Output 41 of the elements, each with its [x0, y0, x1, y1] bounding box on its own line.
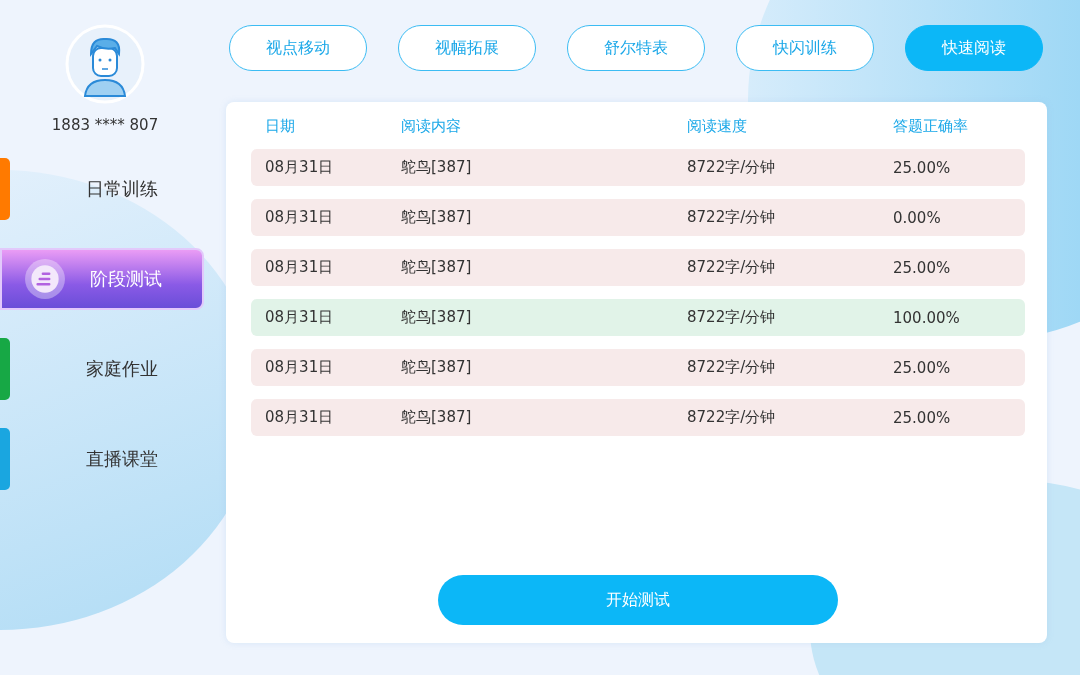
tab[interactable]: 舒尔特表	[567, 25, 705, 71]
table-cell-text: 8722字/分钟	[687, 408, 777, 427]
table-cell-text: 鸵鸟[387]	[401, 408, 473, 427]
table-cell-text: 100.00%	[893, 308, 961, 327]
table-cell-text: 25.00%	[893, 358, 952, 377]
column-header: 阅读速度	[687, 116, 748, 136]
table-cell-text: 8722字/分钟	[687, 158, 777, 177]
table-cell-text: 08月31日	[264, 158, 335, 177]
table-cell-text: 08月31日	[264, 408, 335, 427]
table-cell-text: 08月31日	[264, 258, 335, 277]
sidebar-item[interactable]: 阶段测试	[0, 248, 204, 310]
list-icon	[24, 258, 66, 300]
table-cell-text: 鸵鸟[387]	[401, 358, 473, 377]
column-header: 答题正确率	[893, 116, 969, 136]
table-cell-text: 0.00%	[893, 208, 942, 227]
table-cell-text: 25.00%	[893, 158, 952, 177]
table-cell-text: 08月31日	[264, 358, 335, 377]
tab[interactable]: 视幅拓展	[398, 25, 536, 71]
table-cell-text: 8722字/分钟	[687, 358, 777, 377]
sidebar-item[interactable]: 家庭作业	[10, 338, 204, 400]
column-header: 日期	[264, 116, 296, 136]
table-cell-text: 25.00%	[893, 258, 952, 277]
table-cell-text: 8722字/分钟	[687, 308, 777, 327]
sidebar-item[interactable]: 日常训练	[10, 158, 204, 220]
table-cell-text: 08月31日	[264, 308, 335, 327]
tab[interactable]: 视点移动	[229, 25, 367, 71]
phone-number: 1883 **** 807	[51, 116, 159, 134]
table-cell-text: 鸵鸟[387]	[401, 158, 473, 177]
tab[interactable]: 快速阅读	[905, 25, 1043, 71]
table-cell-text: 鸵鸟[387]	[401, 208, 473, 227]
tab[interactable]: 快闪训练	[736, 25, 874, 71]
table-cell-text: 鸵鸟[387]	[401, 308, 473, 327]
table-cell-text: 鸵鸟[387]	[401, 258, 473, 277]
table-cell-text: 08月31日	[264, 208, 335, 227]
sidebar-item[interactable]: 直播课堂	[10, 428, 204, 490]
table-cell-text: 8722字/分钟	[687, 258, 777, 277]
column-header: 阅读内容	[401, 116, 462, 136]
table-cell-text: 25.00%	[893, 408, 952, 427]
avatar-icon	[65, 24, 145, 104]
table-cell-text: 8722字/分钟	[687, 208, 777, 227]
start-test-button[interactable]: 开始测试	[438, 575, 838, 625]
